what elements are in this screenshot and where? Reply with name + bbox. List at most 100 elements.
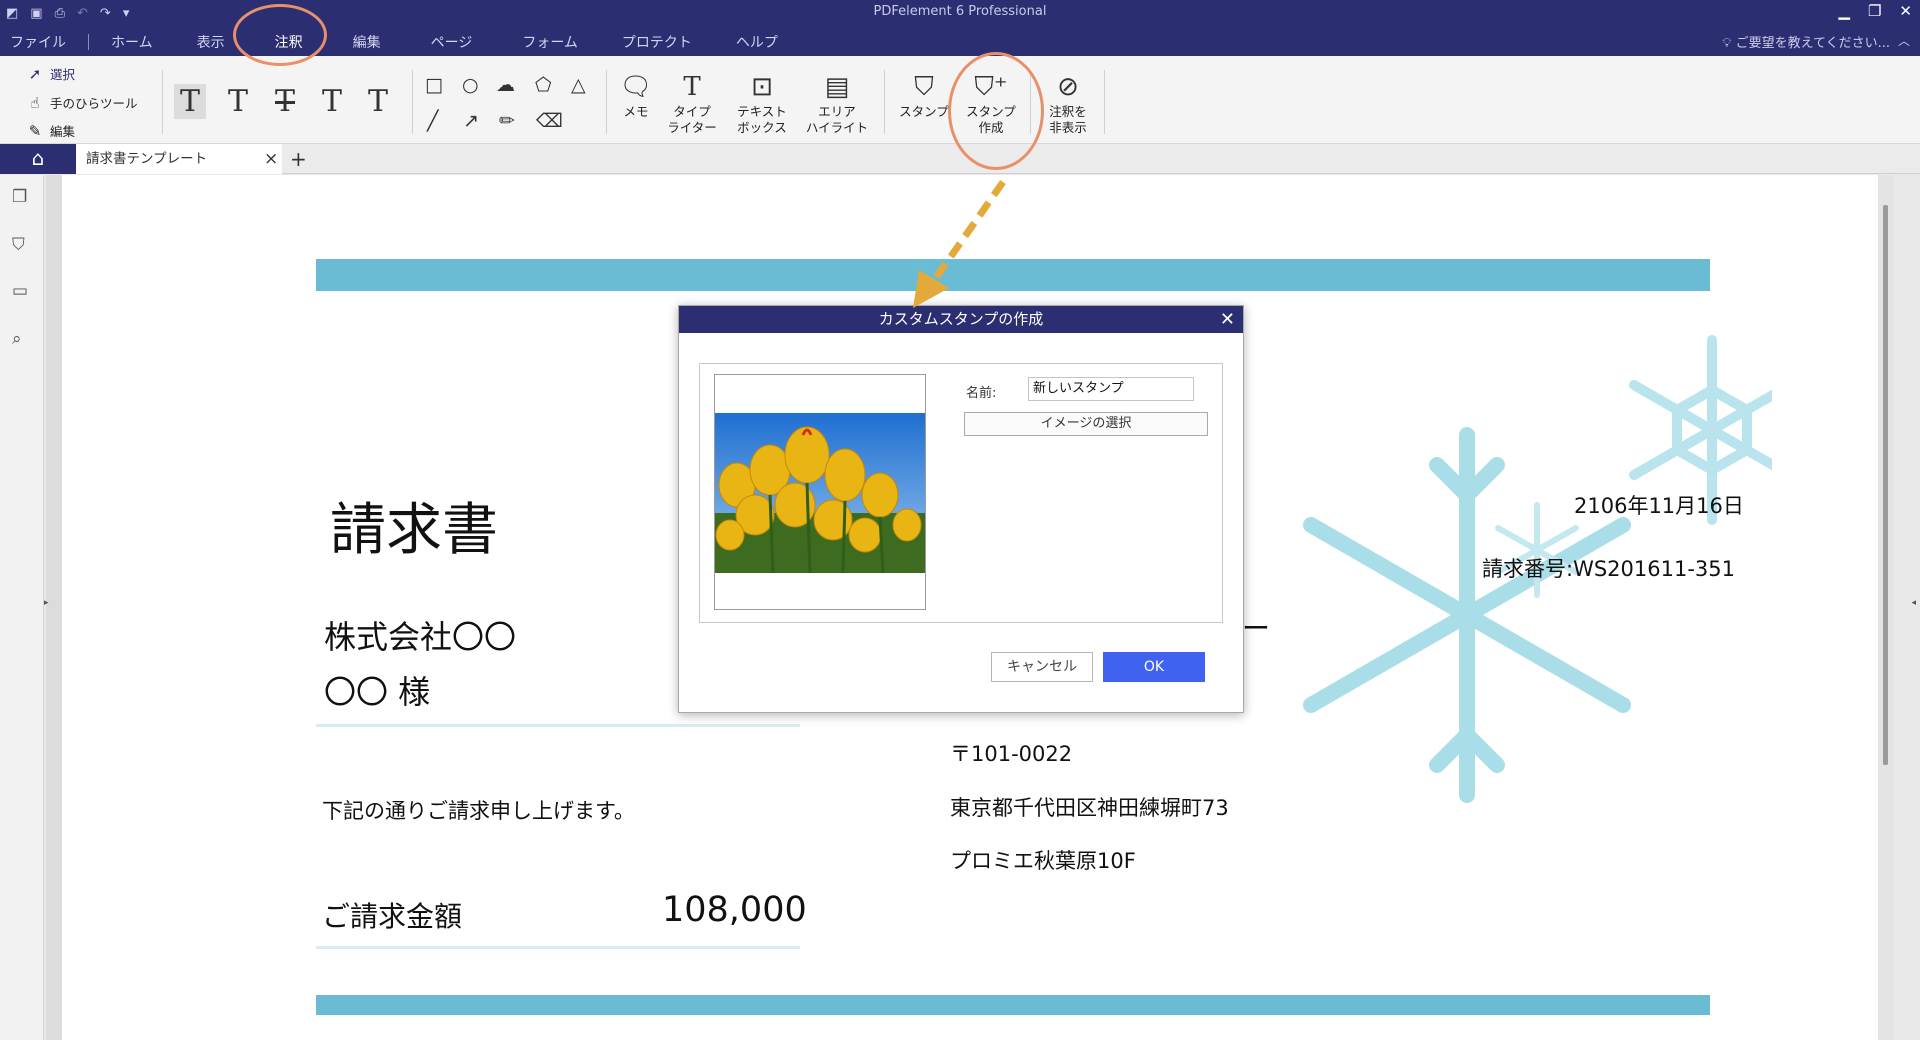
dash-mark: ー xyxy=(1242,612,1271,645)
collapse-ribbon-icon[interactable]: ︿ xyxy=(1898,32,1910,49)
memo-label: メモ xyxy=(623,104,649,119)
dialog-content-box: 名前: 新しいスタンプ イメージの選択 xyxy=(699,363,1223,623)
document-title: 請求書 xyxy=(330,498,498,563)
ribbon-separator xyxy=(412,70,413,134)
amount-value: 108,000 xyxy=(662,890,807,930)
stamp-icon: ⛉ xyxy=(914,72,934,102)
annotation-circle-comment-menu xyxy=(233,4,327,66)
ribbon-separator xyxy=(1104,70,1105,134)
scrollbar-thumb[interactable] xyxy=(1883,205,1888,765)
typewriter-button[interactable]: T タイプ ライター xyxy=(666,70,718,136)
stamp-name-input[interactable]: 新しいスタンプ xyxy=(1028,377,1194,401)
thumbnails-icon[interactable]: ❐ xyxy=(12,187,27,207)
address: 東京都千代田区神田練塀町73 xyxy=(950,796,1229,820)
memo-button[interactable]: 🗨︎ メモ xyxy=(618,70,654,120)
area-label-2: ハイライト xyxy=(805,120,869,135)
customer-honorific: 〇〇 様 xyxy=(324,673,431,711)
ok-button[interactable]: OK xyxy=(1103,652,1205,682)
lightbulb-icon: 💡︎ xyxy=(1722,36,1732,51)
pencil-icon[interactable]: ✏︎ xyxy=(499,110,515,132)
edit-icon: ✎ xyxy=(28,121,42,140)
window-controls: ▁ ❐ ✕ xyxy=(1838,2,1912,20)
hide-label-2: 非表示 xyxy=(1049,120,1087,135)
area-label-1: エリア xyxy=(818,104,856,119)
collapse-right-panel-icon[interactable]: ◂ xyxy=(1911,598,1916,608)
ribbon-separator xyxy=(606,70,607,134)
search-icon[interactable]: ⌕ xyxy=(12,329,22,349)
edit-tool[interactable]: ✎ 編集 xyxy=(26,121,75,140)
annotation-arrow xyxy=(913,179,1006,308)
footer-band xyxy=(316,995,1710,1015)
hide-annotations-button[interactable]: ⊘ 注釈を 非表示 xyxy=(1040,70,1096,136)
customer-name: 株式会社〇〇 xyxy=(324,618,517,656)
menu-bar: ファイル ホーム 表示 注釈 編集 ページ フォーム プロテクト ヘルプ xyxy=(0,28,800,56)
menu-home[interactable]: ホーム xyxy=(89,32,175,52)
restore-icon[interactable]: ❐ xyxy=(1868,2,1881,20)
cancel-button[interactable]: キャンセル xyxy=(991,652,1093,682)
select-tool[interactable]: ➚ 選択 xyxy=(26,64,75,83)
hand-tool[interactable]: ☝ 手のひらツール xyxy=(26,93,138,112)
area-highlight-button[interactable]: ▤ エリア ハイライト xyxy=(802,70,872,136)
rectangle-icon[interactable]: □ xyxy=(425,74,443,96)
menu-protect[interactable]: プロテクト xyxy=(600,32,714,52)
eye-slash-icon: ⊘ xyxy=(1057,72,1079,102)
menu-help[interactable]: ヘルプ xyxy=(714,32,800,52)
customer-underline xyxy=(316,724,800,727)
name-label: 名前: xyxy=(966,386,997,401)
add-tab-icon[interactable]: + xyxy=(290,144,307,174)
cloud-icon[interactable]: ☁︎ xyxy=(496,74,515,96)
request-message: 下記の通りご請求申し上げます。 xyxy=(322,799,635,823)
side-panel: ❐ ⛉ ▭ ⌕ xyxy=(0,175,44,1040)
minimize-icon[interactable]: ▁ xyxy=(1838,2,1850,20)
dialog-title: カスタムスタンプの作成 xyxy=(679,306,1243,333)
dialog-close-icon[interactable]: ✕ xyxy=(1220,306,1235,333)
amount-underline xyxy=(316,946,800,949)
textbox-label-2: ボックス xyxy=(737,120,787,135)
bookmark-icon[interactable]: ⛉ xyxy=(12,235,25,255)
hand-icon: ☝ xyxy=(30,93,40,112)
menu-file[interactable]: ファイル xyxy=(0,32,88,52)
textbox-button[interactable]: ⊡ テキスト ボックス xyxy=(732,70,792,136)
select-label: 選択 xyxy=(50,67,76,82)
amount-label: ご請求金額 xyxy=(322,900,463,933)
select-image-button[interactable]: イメージの選択 xyxy=(964,412,1208,436)
ribbon-separator xyxy=(162,70,163,134)
triangle-icon[interactable]: △ xyxy=(571,74,586,96)
document-tab[interactable]: 請求書テンプレート xyxy=(76,144,282,174)
squiggly-text-icon[interactable]: T xyxy=(322,84,342,119)
cursor-icon: ➚ xyxy=(28,64,42,83)
hide-label-1: 注釈を xyxy=(1049,104,1087,119)
area-highlight-icon: ▤ xyxy=(824,72,850,102)
annotation-circle-create-stamp xyxy=(948,52,1044,170)
home-tab[interactable]: ⌂ xyxy=(0,144,76,174)
line-icon[interactable]: ╱ xyxy=(427,110,438,132)
ribbon-separator xyxy=(884,70,885,134)
comments-icon[interactable]: ▭ xyxy=(12,281,28,301)
stamp-button[interactable]: ⛉ スタンプ xyxy=(894,70,954,120)
home-icon: ⌂ xyxy=(31,146,45,170)
close-icon[interactable]: ✕ xyxy=(1899,2,1912,20)
close-tab-icon[interactable]: × xyxy=(264,144,278,174)
strikeout-text-icon[interactable]: T xyxy=(275,84,295,119)
building: プロミエ秋葉原10F xyxy=(950,849,1136,873)
polygon-icon[interactable]: ⬠ xyxy=(535,74,552,96)
hand-label: 手のひらツール xyxy=(50,96,138,111)
highlight-text-icon[interactable]: T xyxy=(174,84,207,119)
menu-edit[interactable]: 編集 xyxy=(331,32,403,52)
menu-page[interactable]: ページ xyxy=(403,32,501,52)
custom-stamp-dialog: カスタムスタンプの作成 ✕ 名前: 新しいスタンプ イメージの選択 キャンセル … xyxy=(678,305,1244,713)
ellipse-icon[interactable]: ○ xyxy=(462,74,479,96)
underline-text-icon[interactable]: T xyxy=(228,84,248,119)
edit-label: 編集 xyxy=(50,124,76,139)
textbox-icon: ⊡ xyxy=(751,72,773,102)
menu-form[interactable]: フォーム xyxy=(500,32,600,52)
arrow-icon[interactable]: ↗ xyxy=(463,110,479,132)
typewriter-icon: T xyxy=(683,72,701,102)
postal-code: 〒101-0022 xyxy=(950,742,1073,766)
caret-text-icon[interactable]: T xyxy=(368,84,388,119)
feedback-link[interactable]: 💡︎ ご要望を教えてください... xyxy=(1722,32,1890,51)
expand-panel-icon[interactable]: ▸ xyxy=(44,598,49,608)
eraser-icon[interactable]: ⌫ xyxy=(536,110,563,132)
stamp-image-preview xyxy=(714,374,926,610)
typewriter-label-1: タイプ xyxy=(673,104,711,119)
